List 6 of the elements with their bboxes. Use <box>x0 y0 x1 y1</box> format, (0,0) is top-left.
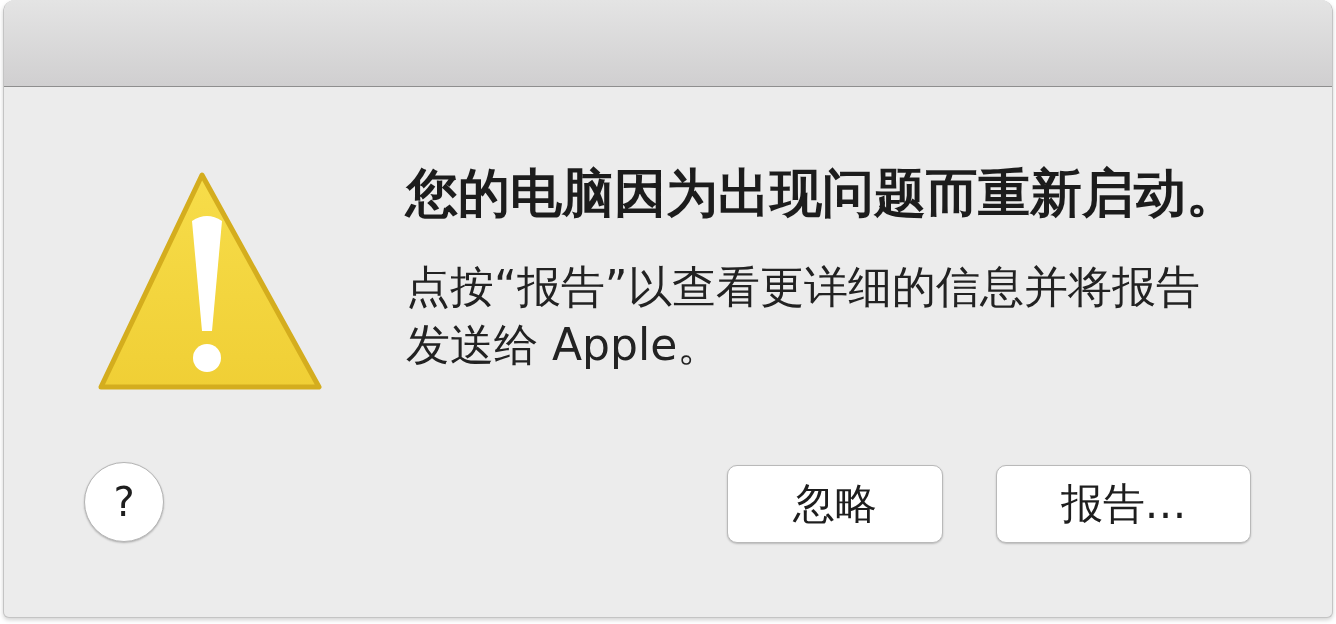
warning-icon <box>97 171 323 393</box>
help-button[interactable]: ? <box>84 462 164 542</box>
dialog-button[interactable]: 报告… <box>996 465 1251 543</box>
alert-title: 您的电脑因为出现问题而重新启动。 <box>406 162 1238 225</box>
alert-message: 点按“报告”以查看更详细的信息并将报告发送给 Apple。 <box>406 260 1201 372</box>
dialog-button[interactable]: 忽略 <box>727 465 943 543</box>
